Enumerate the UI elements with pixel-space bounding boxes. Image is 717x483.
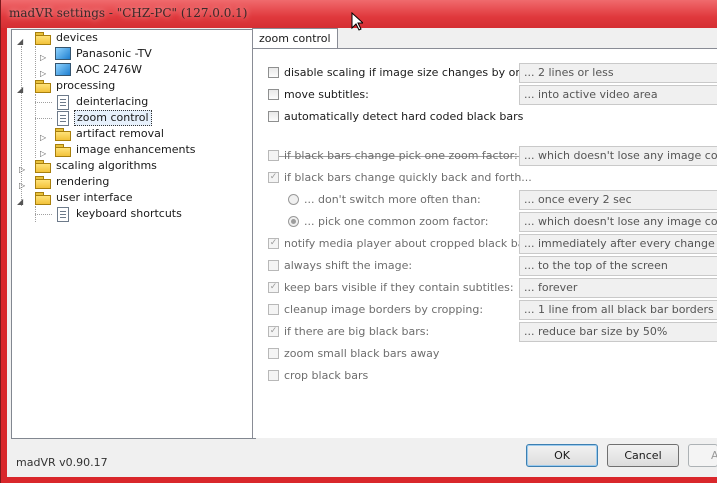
tree-item-label: artifact removal (76, 127, 164, 140)
tree-connector (35, 214, 52, 215)
notify-media-player-checkbox[interactable]: ✓ (268, 238, 279, 249)
folder-icon (35, 160, 51, 173)
big-black-bars-dropdown[interactable]: ... reduce bar size by 50% (519, 322, 717, 342)
common-zoom-factor-radio[interactable] (288, 216, 299, 227)
option-label: automatically detect hard coded black ba… (284, 110, 524, 123)
tree-item-label: Panasonic -TV (76, 47, 152, 60)
tree-item-user-interface[interactable]: ◢ user interface (12, 190, 252, 206)
page-icon (57, 95, 69, 110)
tree-item-deinterlacing[interactable]: deinterlacing (12, 94, 252, 110)
common-zoom-factor-dropdown[interactable]: ... which doesn't lose any image content (519, 212, 717, 232)
tree-item-label: devices (56, 31, 98, 44)
zoom-control-panel: disable scaling if image size changes by… (252, 48, 717, 438)
option-label: ... pick one common zoom factor: (304, 215, 489, 228)
tree-item-label: deinterlacing (76, 95, 149, 108)
option-label: cleanup image borders by cropping: (284, 303, 484, 316)
dont-switch-often-dropdown[interactable]: ... once every 2 sec (519, 190, 717, 210)
detect-black-bars-checkbox[interactable] (268, 111, 279, 122)
option-label: keep bars visible if they contain subtit… (284, 281, 514, 294)
folder-icon (35, 192, 51, 205)
option-label: disable scaling if image size changes by… (284, 66, 535, 79)
tree-item-label: processing (56, 79, 116, 92)
apply-button[interactable]: A (688, 444, 717, 467)
tree-item-label: AOC 2476W (76, 63, 143, 76)
option-label: notify media player about cropped black … (284, 237, 539, 250)
always-shift-image-checkbox[interactable] (268, 260, 279, 271)
crop-black-bars-checkbox[interactable] (268, 370, 279, 381)
tree-connector (35, 118, 52, 119)
tree-item-devices[interactable]: ◢ devices (12, 30, 252, 46)
move-subtitles-dropdown[interactable]: ... into active video area (519, 85, 717, 105)
move-subtitles-checkbox[interactable] (268, 89, 279, 100)
folder-icon (35, 32, 51, 45)
option-label: crop black bars (284, 369, 369, 382)
disable-scaling-dropdown[interactable]: ... 2 lines or less (519, 63, 717, 83)
pick-one-zoom-factor-dropdown[interactable]: ... which doesn't lose any image content (519, 146, 717, 166)
settings-window: madVR settings - "CHZ-PC" (127.0.0.1) ◢ … (0, 0, 717, 483)
tree-item-processing[interactable]: ◢ processing (12, 78, 252, 94)
folder-icon (55, 144, 71, 157)
tree-item-label-selected: zoom control (74, 110, 152, 126)
tree-item-aoc-2476w[interactable]: ▷ AOC 2476W (12, 62, 252, 78)
always-shift-image-dropdown[interactable]: ... to the top of the screen (519, 256, 717, 276)
mouse-cursor-icon (351, 12, 363, 31)
option-label: if there are big black bars: (284, 325, 430, 338)
pick-one-zoom-factor-checkbox[interactable] (268, 150, 279, 161)
option-label: if black bars change pick one zoom facto… (284, 149, 518, 162)
settings-tree[interactable]: ◢ devices ▷ Panasonic -TV ▷ AOC 2476W ◢ … (11, 29, 256, 439)
monitor-icon (55, 47, 71, 60)
tree-item-label: image enhancements (76, 143, 196, 156)
option-label: ... don't switch more often than: (304, 193, 481, 206)
cancel-button[interactable]: Cancel (607, 444, 679, 467)
tab-zoom-control[interactable]: zoom control (252, 28, 338, 49)
monitor-icon (55, 63, 71, 76)
tree-item-label: keyboard shortcuts (76, 207, 182, 220)
folder-icon (35, 176, 51, 189)
client-area: ◢ devices ▷ Panasonic -TV ▷ AOC 2476W ◢ … (7, 28, 717, 477)
dont-switch-often-radio[interactable] (288, 194, 299, 205)
tree-item-label: scaling algorithms (56, 159, 157, 172)
page-icon (57, 207, 69, 222)
tab-strip: zoom control (252, 28, 717, 49)
option-label: move subtitles: (284, 88, 369, 101)
window-title: madVR settings - "CHZ-PC" (127.0.0.1) (9, 6, 248, 20)
tree-item-keyboard-shortcuts[interactable]: keyboard shortcuts (12, 206, 252, 222)
cleanup-borders-checkbox[interactable] (268, 304, 279, 315)
folder-icon (35, 80, 51, 93)
tree-item-zoom-control[interactable]: zoom control (12, 110, 252, 126)
tree-item-artifact-removal[interactable]: ▷ artifact removal (12, 126, 252, 142)
big-black-bars-checkbox[interactable]: ✓ (268, 326, 279, 337)
option-label: zoom small black bars away (284, 347, 440, 360)
disable-scaling-checkbox[interactable] (268, 67, 279, 78)
cleanup-borders-dropdown[interactable]: ... 1 line from all black bar borders (519, 300, 717, 320)
zoom-small-bars-checkbox[interactable] (268, 348, 279, 359)
notify-media-player-dropdown[interactable]: ... immediately after every change (519, 234, 717, 254)
tree-item-label: user interface (56, 191, 133, 204)
back-and-forth-checkbox[interactable]: ✓ (268, 172, 279, 183)
page-icon (57, 111, 69, 126)
folder-icon (55, 128, 71, 141)
option-label: always shift the image: (284, 259, 413, 272)
keep-bars-visible-checkbox[interactable]: ✓ (268, 282, 279, 293)
keep-bars-visible-dropdown[interactable]: ... forever (519, 278, 717, 298)
tree-item-label: rendering (56, 175, 110, 188)
tree-item-image-enhancements[interactable]: ▷ image enhancements (12, 142, 252, 158)
tree-item-panasonic-tv[interactable]: ▷ Panasonic -TV (12, 46, 252, 62)
version-label: madVR v0.90.17 (16, 456, 108, 469)
tree-connector (35, 102, 52, 103)
tree-item-scaling-algorithms[interactable]: ▷ scaling algorithms (12, 158, 252, 174)
tree-item-rendering[interactable]: ▷ rendering (12, 174, 252, 190)
option-label: if black bars change quickly back and fo… (284, 171, 532, 184)
ok-button[interactable]: OK (526, 444, 598, 467)
